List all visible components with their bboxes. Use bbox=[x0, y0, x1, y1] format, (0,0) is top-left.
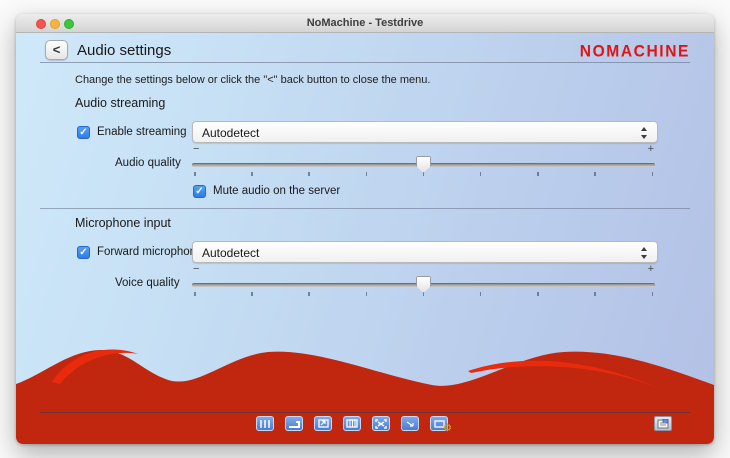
microphone-input-heading: Microphone input bbox=[75, 216, 171, 230]
select-arrows-icon bbox=[640, 246, 648, 260]
session-toolbar: ⚙ bbox=[256, 416, 448, 431]
detach-window-icon[interactable] bbox=[314, 416, 332, 431]
mute-audio-checkbox[interactable]: ✓ bbox=[193, 185, 206, 198]
page-title: Audio settings bbox=[77, 42, 171, 59]
audio-quality-label: Audio quality bbox=[115, 157, 181, 169]
slider-plus-label: + bbox=[648, 263, 654, 275]
monitors-all-icon[interactable] bbox=[256, 416, 274, 431]
audio-device-select[interactable]: Autodetect bbox=[192, 121, 658, 143]
mute-audio-label[interactable]: Mute audio on the server bbox=[213, 185, 340, 197]
nomachine-window: NoMachine - Testdrive < Audio settings N… bbox=[16, 14, 714, 444]
mic-device-value: Autodetect bbox=[202, 246, 259, 260]
audio-device-value: Autodetect bbox=[202, 126, 259, 140]
nomachine-logo: NOMACHINE bbox=[580, 42, 690, 61]
mic-device-select[interactable]: Autodetect bbox=[192, 241, 658, 263]
scale-to-window-icon[interactable] bbox=[401, 416, 419, 431]
instruction-text: Change the settings below or click the "… bbox=[75, 74, 430, 86]
back-button[interactable]: < bbox=[45, 40, 68, 60]
enable-streaming-label[interactable]: Enable streaming bbox=[97, 126, 187, 138]
enable-streaming-checkbox[interactable]: ✓ bbox=[77, 126, 90, 139]
fullscreen-icon[interactable] bbox=[372, 416, 390, 431]
forward-microphone-label[interactable]: Forward microphone bbox=[97, 246, 202, 258]
check-icon: ✓ bbox=[79, 247, 87, 258]
titlebar: NoMachine - Testdrive bbox=[16, 14, 714, 33]
select-arrows-icon bbox=[640, 126, 648, 140]
audio-quality-slider: − + bbox=[192, 156, 655, 186]
slider-thumb[interactable] bbox=[416, 276, 431, 293]
display-settings-icon[interactable]: ⚙ bbox=[430, 416, 448, 431]
audio-streaming-heading: Audio streaming bbox=[75, 96, 165, 110]
slider-minus-label: − bbox=[193, 263, 199, 275]
connection-status-icon[interactable] bbox=[654, 416, 672, 431]
check-icon: ✓ bbox=[79, 127, 87, 138]
slider-thumb[interactable] bbox=[416, 156, 431, 173]
keyboard-grab-icon[interactable] bbox=[343, 416, 361, 431]
section-divider bbox=[40, 208, 690, 209]
header-divider bbox=[40, 62, 690, 63]
voice-quality-slider: − + bbox=[192, 276, 655, 306]
toolbar-divider bbox=[40, 412, 690, 413]
window-title: NoMachine - Testdrive bbox=[16, 17, 714, 29]
forward-microphone-checkbox[interactable]: ✓ bbox=[77, 246, 90, 259]
window-mode-icon[interactable] bbox=[285, 416, 303, 431]
gear-icon: ⚙ bbox=[443, 423, 452, 434]
slider-minus-label: − bbox=[193, 143, 199, 155]
voice-quality-label: Voice quality bbox=[115, 277, 180, 289]
check-icon: ✓ bbox=[195, 186, 203, 197]
slider-plus-label: + bbox=[648, 143, 654, 155]
